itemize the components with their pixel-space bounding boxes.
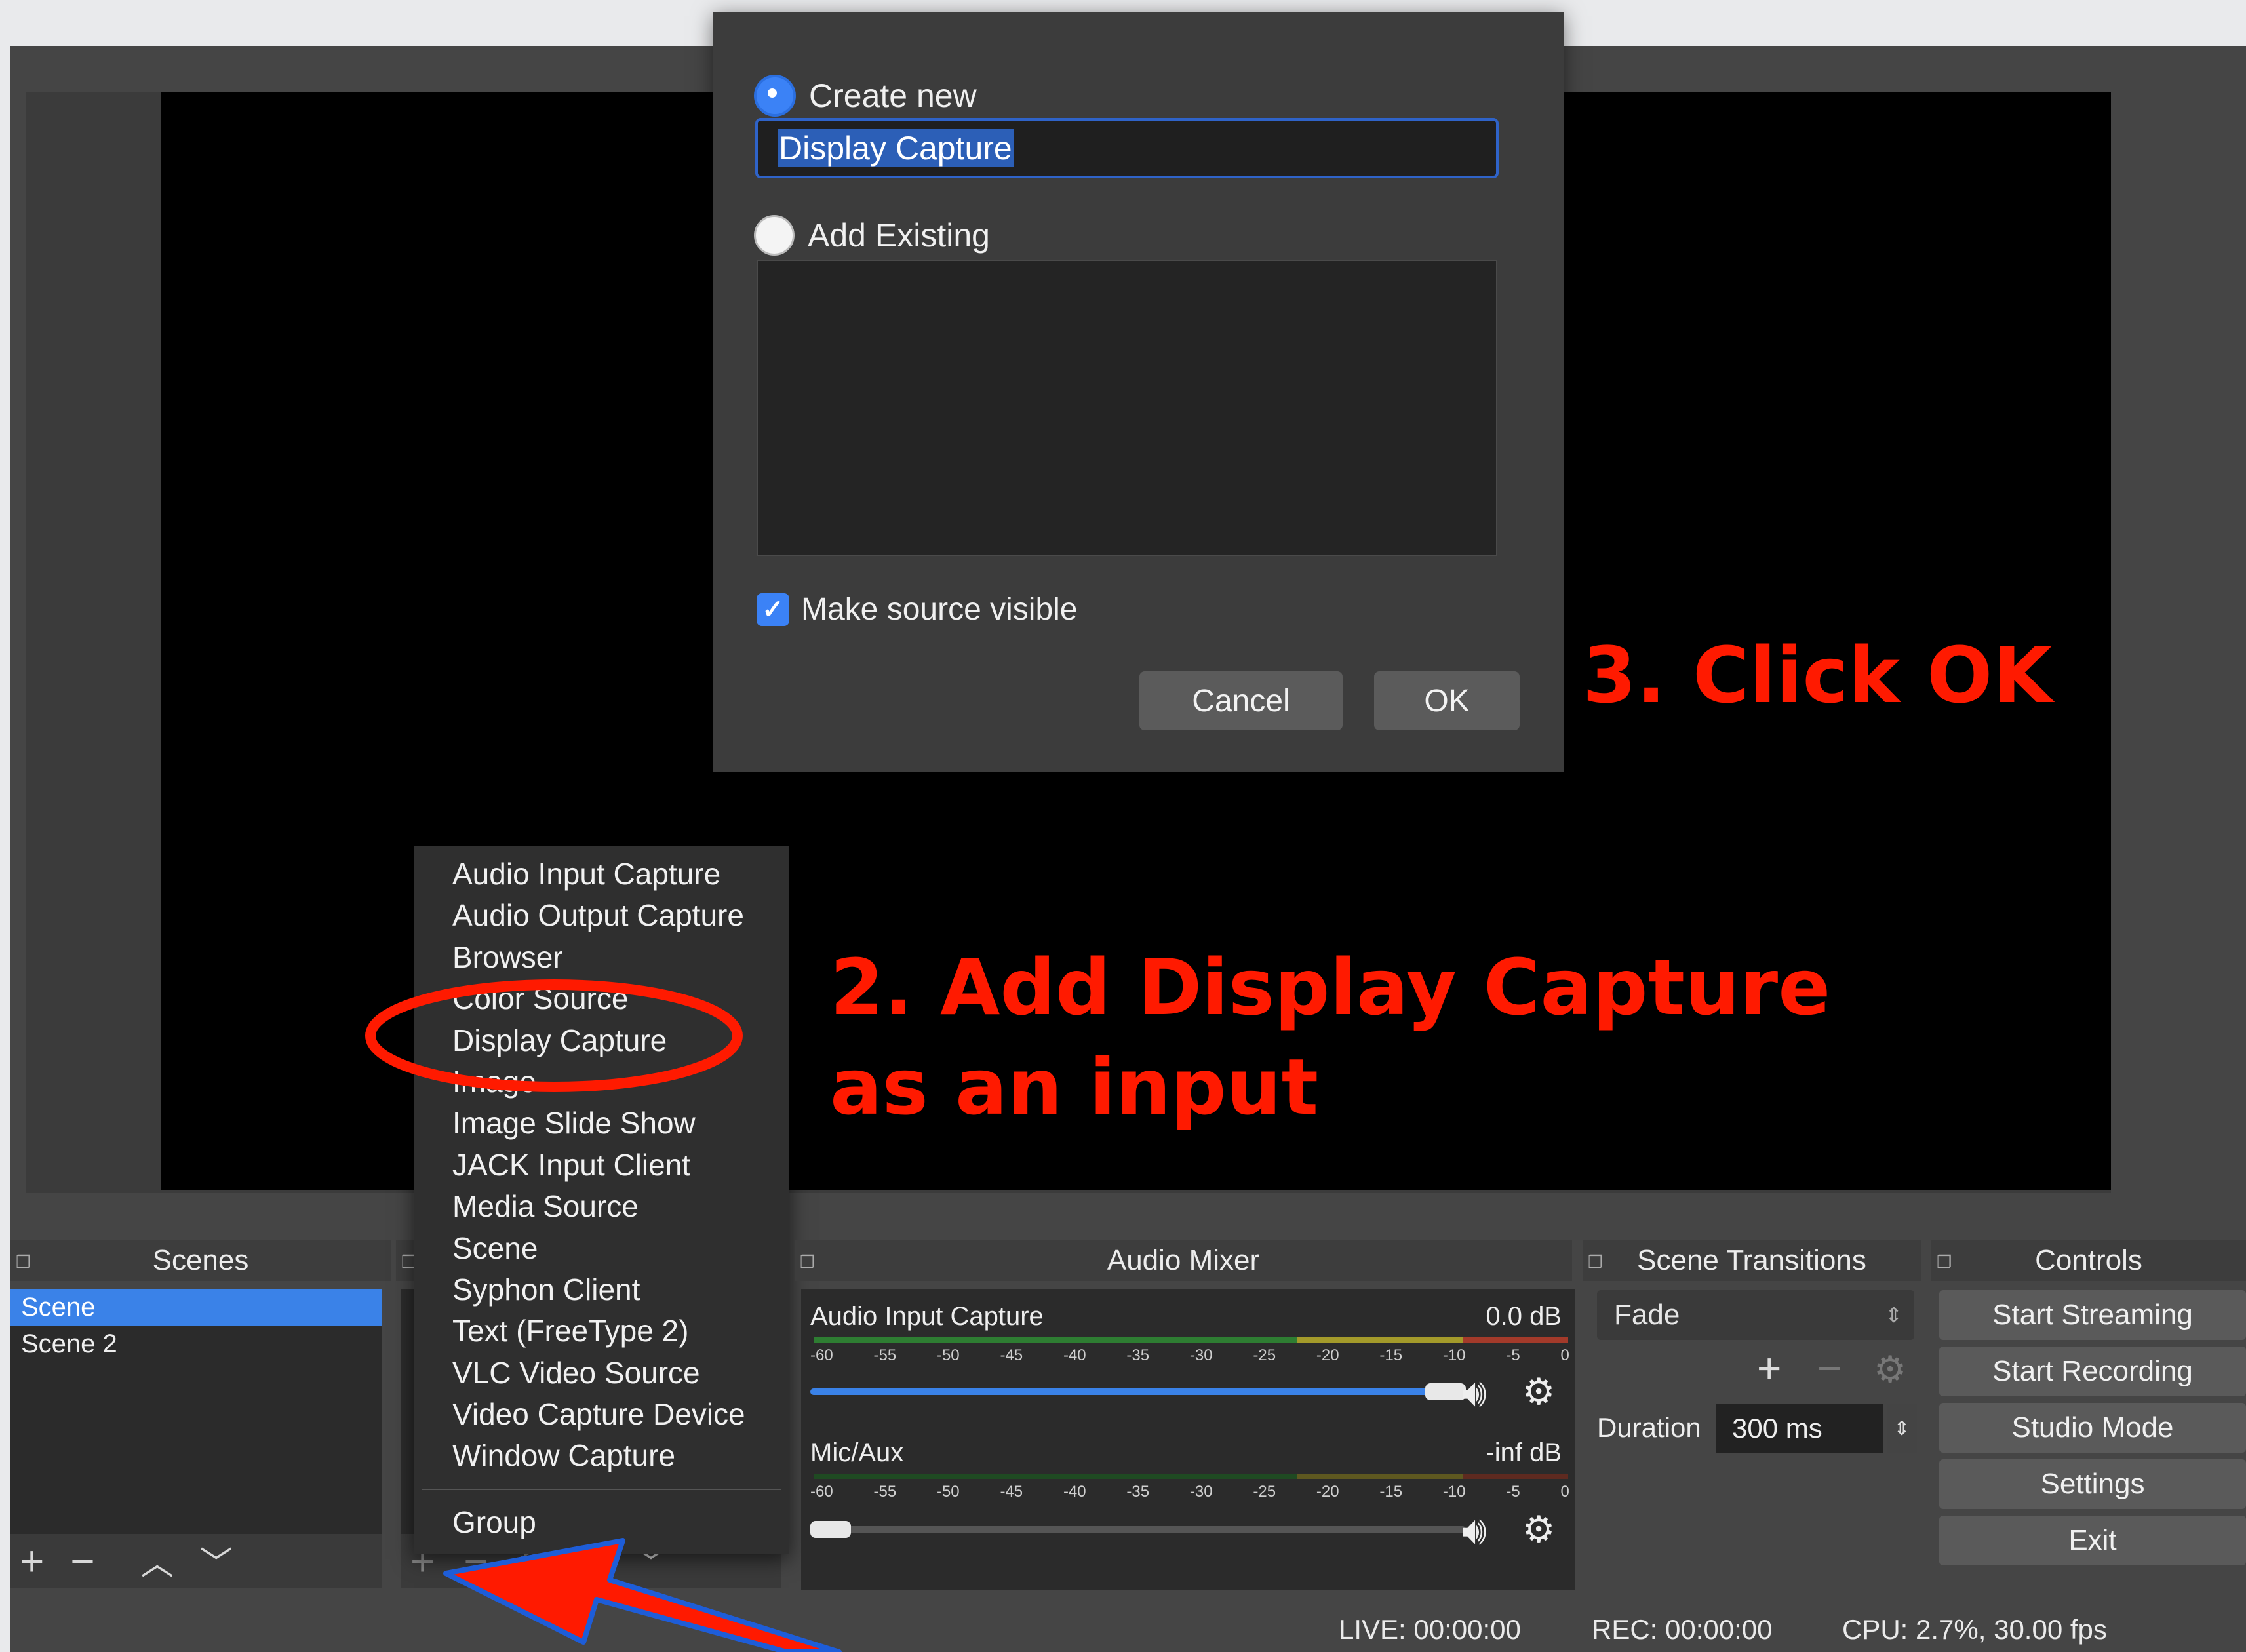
channel-level: 0.0 dB — [1486, 1302, 1562, 1331]
make-visible-checkbox[interactable]: ✓ — [757, 593, 789, 626]
menu-item-jack-input-client[interactable]: JACK Input Client — [414, 1145, 789, 1186]
create-new-radio[interactable] — [754, 75, 796, 117]
duration-stepper-icon[interactable]: ⇕ — [1887, 1404, 1917, 1453]
volume-meter — [814, 1474, 1568, 1479]
add-scene-icon[interactable]: + — [20, 1537, 44, 1585]
create-new-label: Create new — [809, 77, 977, 114]
audio-mixer-panel: Audio Input Capture 0.0 dB -60 -55 -50 -45-… — [801, 1289, 1575, 1590]
scene-transitions-title: Scene Transitions — [1637, 1244, 1866, 1276]
dock-float-icon[interactable]: ❐ — [1937, 1252, 1952, 1272]
annotation-step2-line1: 2. Add Display Capture — [830, 942, 1831, 1032]
display-capture-highlight-ellipse — [365, 979, 743, 1092]
controls-title: Controls — [2035, 1244, 2142, 1276]
controls-header: ❐ Controls — [1931, 1240, 2246, 1281]
remove-transition-icon[interactable]: − — [1817, 1344, 1842, 1392]
scenes-dock-header: ❐ Scenes — [10, 1240, 391, 1281]
scene-item[interactable]: Scene — [10, 1289, 382, 1326]
gear-icon[interactable]: ⚙ — [1522, 1370, 1555, 1413]
move-scene-up-icon[interactable]: ︿ — [141, 1537, 174, 1584]
remove-scene-icon[interactable]: − — [70, 1537, 94, 1585]
select-arrows-icon: ⇕ — [1885, 1303, 1902, 1327]
channel-name: Mic/Aux — [810, 1438, 904, 1467]
duration-label: Duration — [1597, 1412, 1701, 1443]
add-existing-label: Add Existing — [808, 217, 990, 254]
volume-slider-track[interactable] — [810, 1526, 1466, 1533]
rec-status: REC: 00:00:00 — [1592, 1614, 1773, 1645]
channel-name: Audio Input Capture — [810, 1302, 1044, 1331]
start-streaming-button[interactable]: Start Streaming — [1939, 1290, 2246, 1340]
settings-button[interactable]: Settings — [1939, 1459, 2246, 1509]
scene-transitions-header: ❐ Scene Transitions — [1583, 1240, 1921, 1281]
scenes-list[interactable]: Scene Scene 2 — [10, 1289, 382, 1534]
gear-icon[interactable]: ⚙ — [1522, 1508, 1555, 1551]
dock-float-icon[interactable]: ❐ — [1588, 1252, 1603, 1272]
cancel-button[interactable]: Cancel — [1139, 671, 1343, 730]
start-recording-button[interactable]: Start Recording — [1939, 1347, 2246, 1396]
make-visible-option[interactable]: ✓ Make source visible — [757, 591, 1078, 627]
menu-item-media-source[interactable]: Media Source — [414, 1186, 789, 1227]
menu-separator — [422, 1488, 781, 1490]
existing-sources-list[interactable] — [757, 260, 1497, 556]
make-visible-label: Make source visible — [801, 592, 1078, 627]
meter-ticks: -60 -55 -50 -45 -40 -35 -30 -25 -20 -15 -10 -5 0 — [810, 1347, 1569, 1364]
speaker-icon[interactable]: 🔊︎ — [1462, 1508, 1487, 1554]
menu-item-video-capture-device[interactable]: Video Capture Device — [414, 1394, 789, 1435]
menu-item-image-slide-show[interactable]: Image Slide Show — [414, 1103, 789, 1144]
menu-item-audio-output-capture[interactable]: Audio Output Capture — [414, 895, 789, 936]
menu-item-syphon-client[interactable]: Syphon Client — [414, 1269, 789, 1310]
scenes-title: Scenes — [152, 1244, 249, 1276]
cpu-status: CPU: 2.7%, 30.00 fps — [1842, 1614, 2107, 1645]
volume-slider-fill — [810, 1388, 1466, 1395]
menu-item-window-capture[interactable]: Window Capture — [414, 1435, 789, 1476]
source-name-input[interactable]: Display Capture — [755, 118, 1499, 178]
menu-item-scene[interactable]: Scene — [414, 1228, 789, 1269]
add-existing-option[interactable]: Add Existing — [754, 215, 990, 256]
channel-level: -inf dB — [1486, 1438, 1562, 1467]
add-existing-radio[interactable] — [754, 215, 795, 256]
menu-item-text-freetype2[interactable]: Text (FreeType 2) — [414, 1310, 789, 1352]
exit-button[interactable]: Exit — [1939, 1516, 2246, 1565]
transition-select[interactable]: Fade ⇕ — [1597, 1290, 1914, 1340]
meter-ticks: -60 -55 -50 -45 -40 -35 -30 -25 -20 -15 -10 -5 0 — [810, 1483, 1569, 1501]
annotation-step2-line2: as an input — [830, 1042, 1318, 1132]
volume-slider-handle[interactable] — [1425, 1383, 1466, 1400]
annotation-step3: 3. Click OK — [1583, 630, 2053, 720]
move-scene-down-icon[interactable]: ﹀ — [200, 1537, 233, 1584]
volume-meter — [814, 1337, 1568, 1343]
create-new-option[interactable]: Create new — [754, 75, 977, 117]
dock-float-icon[interactable]: ❐ — [800, 1252, 815, 1272]
volume-slider-handle[interactable] — [810, 1521, 851, 1538]
ok-button[interactable]: OK — [1374, 671, 1520, 730]
scenes-toolbar: + − ︿ ﹀ — [10, 1534, 382, 1588]
menu-item-vlc-video-source[interactable]: VLC Video Source — [414, 1352, 789, 1394]
audio-mixer-title: Audio Mixer — [1107, 1244, 1260, 1276]
speaker-icon[interactable]: 🔊︎ — [1462, 1370, 1487, 1416]
dock-float-icon[interactable]: ❐ — [16, 1252, 31, 1272]
source-name-value: Display Capture — [778, 129, 1014, 167]
studio-mode-button[interactable]: Studio Mode — [1939, 1403, 2246, 1453]
menu-item-audio-input-capture[interactable]: Audio Input Capture — [414, 854, 789, 895]
transition-value: Fade — [1614, 1299, 1680, 1331]
add-source-context-menu: Audio Input Capture Audio Output Capture… — [414, 846, 789, 1554]
transition-properties-icon[interactable]: ⚙ — [1874, 1348, 1906, 1391]
scene-item[interactable]: Scene 2 — [10, 1326, 382, 1362]
duration-input[interactable]: 300 ms — [1716, 1404, 1883, 1453]
add-transition-icon[interactable]: + — [1757, 1344, 1781, 1392]
live-status: LIVE: 00:00:00 — [1339, 1614, 1521, 1645]
audio-mixer-header: ❐ Audio Mixer — [795, 1240, 1572, 1281]
